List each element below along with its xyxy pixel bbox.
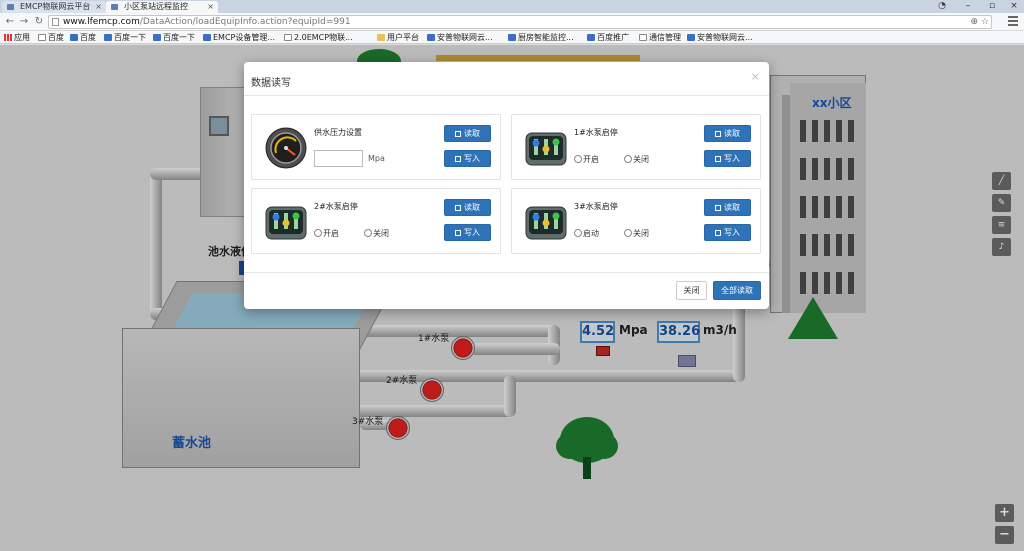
bookmark-item[interactable]: 百度一下 [153, 31, 195, 43]
user-icon[interactable]: ◔ [934, 0, 950, 12]
url-host: www.lfemcp.com [63, 17, 140, 27]
browser-tabbar: EMCP物联网云平台 × 小区泵站远程监控 × ◔ – ▫ × [0, 0, 1024, 13]
baidu-icon [153, 34, 161, 41]
bookmark-item[interactable]: 百度 [38, 31, 64, 43]
card-pressure-setting: 供水压力设置 Mpa 读取 写入 [251, 114, 501, 180]
radio-stop[interactable]: 关闭 [624, 228, 649, 239]
control-panel-icon [524, 127, 568, 169]
back-icon[interactable]: ← [4, 15, 16, 28]
anpu-icon [427, 34, 435, 41]
read-icon [715, 205, 721, 211]
radio-start[interactable]: 开启 [314, 228, 339, 239]
tab-title: EMCP物联网云平台 [20, 2, 91, 11]
read-icon [455, 205, 461, 211]
data-read-write-dialog: 数据读写 × 供水压力设置 Mpa 读取 写入 1#水泵启停 开启 关闭 读取 … [244, 62, 769, 309]
url-path: /DataAction/loadEquipInfo.action?equipId… [139, 17, 351, 27]
read-button[interactable]: 读取 [444, 199, 491, 216]
zoom-star-icons[interactable]: ⊕ ☆ [971, 16, 989, 28]
radio-start[interactable]: 启动 [574, 228, 599, 239]
write-icon [455, 230, 461, 236]
forward-icon[interactable]: → [18, 15, 30, 28]
write-button[interactable]: 写入 [444, 150, 491, 167]
control-panel-icon [524, 201, 568, 243]
apps-icon [4, 34, 12, 41]
page-icon [639, 34, 647, 41]
write-button[interactable]: 写入 [704, 224, 751, 241]
kitchen-icon [508, 34, 516, 41]
reload-icon[interactable]: ↻ [33, 15, 45, 28]
pressure-gauge-icon [264, 127, 308, 169]
window-close-icon[interactable]: × [1006, 0, 1022, 12]
menu-icon[interactable] [1008, 16, 1018, 27]
bookmark-item[interactable]: 通信管理 [639, 31, 681, 43]
bookmark-item[interactable]: 安普物联网云... [427, 31, 493, 43]
browser-toolbar: ← → ↻ www.lfemcp.com/DataAction/loadEqui… [0, 13, 1024, 31]
tab-favicon-icon [111, 4, 118, 10]
modal-footer: 关闭 全部读取 [244, 272, 769, 309]
minimize-icon[interactable]: – [960, 0, 976, 12]
pressure-unit-label: Mpa [368, 154, 385, 163]
page-icon [52, 18, 59, 26]
write-icon [715, 230, 721, 236]
radio-stop[interactable]: 关闭 [364, 228, 389, 239]
modal-title: 数据读写 [251, 78, 291, 89]
close-icon[interactable]: × [751, 70, 760, 83]
bookmark-item[interactable]: 百度推广 [587, 31, 629, 43]
write-button[interactable]: 写入 [704, 150, 751, 167]
baidu-icon [104, 34, 112, 41]
address-bar[interactable]: www.lfemcp.com/DataAction/loadEquipInfo.… [48, 15, 992, 29]
bookmarks-bar: 应用 百度 百度 百度一下 百度一下 EMCP设备管理... 2.0EMCP物联… [0, 31, 1024, 44]
bookmark-item[interactable]: 百度一下 [104, 31, 146, 43]
browser-tab-emcp[interactable]: EMCP物联网云平台 × [2, 1, 106, 13]
pressure-input[interactable] [314, 150, 363, 167]
page-icon [284, 34, 292, 41]
read-icon [455, 131, 461, 137]
modal-header: 数据读写 × [244, 62, 769, 96]
bookmark-item[interactable]: EMCP设备管理... [203, 31, 275, 43]
browser-tab-pump-station[interactable]: 小区泵站远程监控 × [106, 1, 218, 13]
page-icon [38, 34, 46, 41]
read-button[interactable]: 读取 [704, 125, 751, 142]
bookmark-item[interactable]: 厨房智能监控... [508, 31, 574, 43]
card-title: 1#水泵启停 [574, 128, 618, 137]
control-panel-icon [264, 201, 308, 243]
card-title: 供水压力设置 [314, 128, 362, 137]
maximize-icon[interactable]: ▫ [984, 0, 1000, 12]
write-icon [455, 156, 461, 162]
read-all-button[interactable]: 全部读取 [713, 281, 761, 300]
write-button[interactable]: 写入 [444, 224, 491, 241]
card-pump-3: 3#水泵启停 启动 关闭 读取 写入 [511, 188, 761, 254]
bookmark-item[interactable]: 安普物联网云... [687, 31, 753, 43]
read-button[interactable]: 读取 [704, 199, 751, 216]
read-icon [715, 131, 721, 137]
bookmark-item[interactable]: 用户平台 [377, 31, 419, 43]
card-pump-1: 1#水泵启停 开启 关闭 读取 写入 [511, 114, 761, 180]
radio-stop[interactable]: 关闭 [624, 154, 649, 165]
write-icon [715, 156, 721, 162]
baidu-icon [587, 34, 595, 41]
card-title: 2#水泵启停 [314, 202, 358, 211]
anpu-icon [687, 34, 695, 41]
tab-close-icon[interactable]: × [95, 1, 102, 13]
folder-icon [377, 34, 385, 41]
radio-start[interactable]: 开启 [574, 154, 599, 165]
card-pump-2: 2#水泵启停 开启 关闭 读取 写入 [251, 188, 501, 254]
baidu-icon [70, 34, 78, 41]
bookmark-item[interactable]: 百度 [70, 31, 96, 43]
tab-close-icon[interactable]: × [207, 1, 214, 13]
bookmark-item[interactable]: 应用 [4, 31, 30, 43]
emcp-icon [203, 34, 211, 41]
close-button[interactable]: 关闭 [676, 281, 707, 300]
tab-title: 小区泵站远程监控 [124, 2, 188, 11]
bookmark-item[interactable]: 2.0EMCP物联... [284, 31, 353, 43]
card-title: 3#水泵启停 [574, 202, 618, 211]
read-button[interactable]: 读取 [444, 125, 491, 142]
tab-favicon-icon [7, 4, 14, 10]
